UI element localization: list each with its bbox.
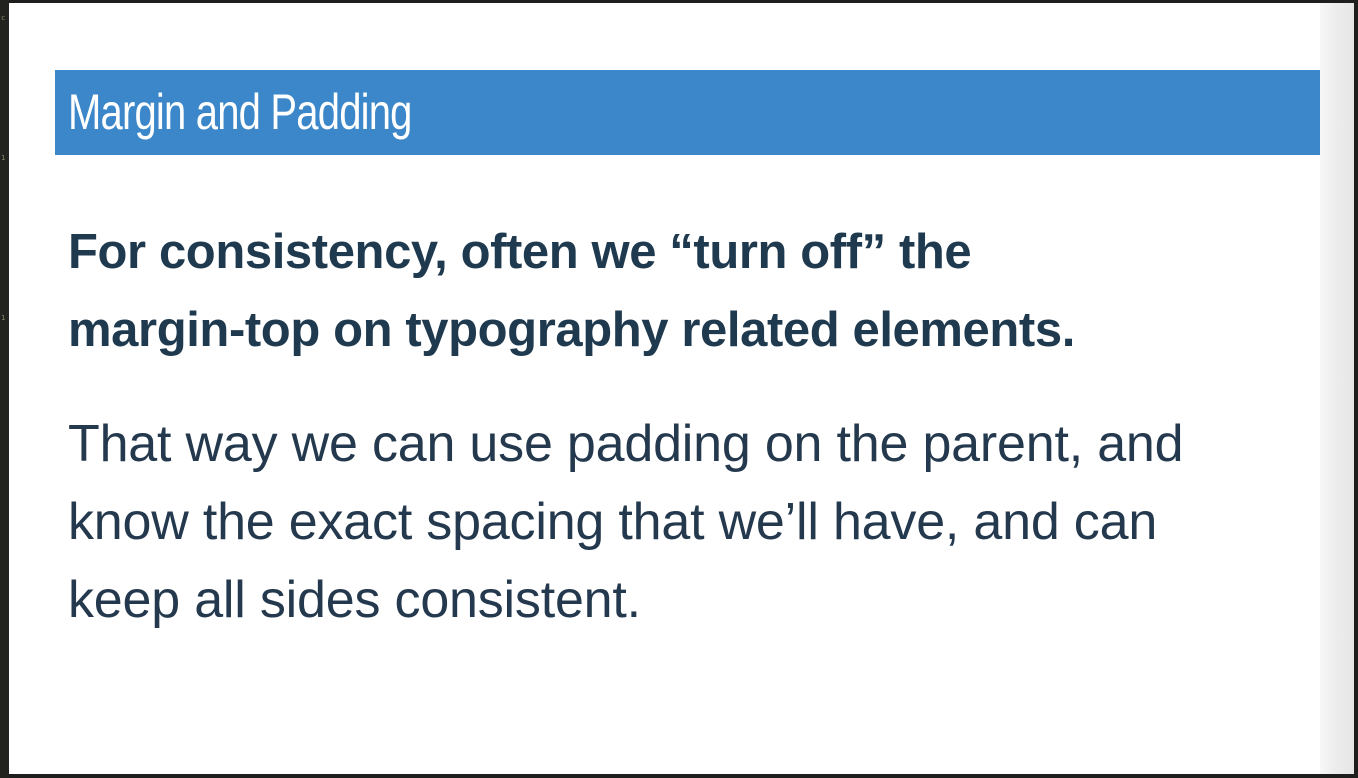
body-line: know the exact spacing that we’ll have, … xyxy=(68,493,1158,551)
lead-line: margin-top on typography related element… xyxy=(68,303,1075,357)
slide: Margin and Padding For consistency, ofte… xyxy=(9,3,1354,774)
slide-edge-shadow xyxy=(1320,3,1354,774)
slide-lead-paragraph: For consistency, often we “turn off” the… xyxy=(68,213,1298,369)
body-line: keep all sides consistent. xyxy=(68,571,641,629)
slide-title: Margin and Padding xyxy=(68,84,412,140)
slide-body-paragraph: That way we can use padding on the paren… xyxy=(68,405,1308,639)
gutter-mark: 1 xyxy=(1,314,6,322)
editor-gutter: c 1 1 xyxy=(0,0,9,778)
gutter-mark: 1 xyxy=(1,154,6,162)
slide-title-bar: Margin and Padding xyxy=(55,70,1335,155)
body-line: That way we can use padding on the paren… xyxy=(68,415,1184,473)
gutter-mark: c xyxy=(1,14,6,22)
lead-line: For consistency, often we “turn off” the xyxy=(68,225,972,279)
